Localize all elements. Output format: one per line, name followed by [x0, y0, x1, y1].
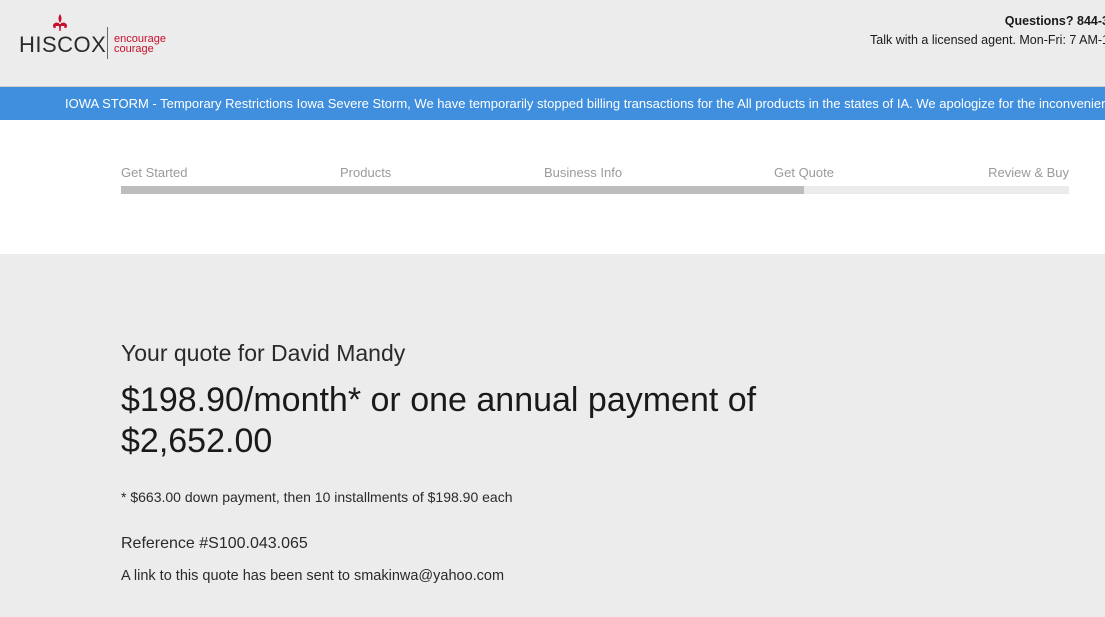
- contact-info: Questions? 844-3 Talk with a licensed ag…: [870, 14, 1105, 47]
- brand-tagline: encourage courage: [114, 34, 166, 55]
- progress-track: [121, 186, 1069, 194]
- progress-fill: [121, 186, 804, 194]
- hiscox-logo[interactable]: HISCOX encourage courage: [19, 14, 179, 64]
- step-get-quote: Get Quote: [774, 165, 834, 180]
- fleur-de-lis-icon: [53, 14, 67, 31]
- quote-summary: Your quote for David Mandy $198.90/month…: [121, 340, 761, 584]
- step-products: Products: [340, 165, 392, 180]
- step-get-started: Get Started: [121, 165, 188, 180]
- step-business-info: Business Info: [544, 165, 623, 180]
- logo-divider: [107, 27, 108, 59]
- site-header: HISCOX encourage courage Questions? 844-…: [0, 0, 1105, 87]
- step-review-buy: Review & Buy: [988, 165, 1069, 180]
- contact-questions-label: Questions?: [1004, 14, 1074, 28]
- alert-banner-text: IOWA STORM - Temporary Restrictions Iowa…: [65, 96, 1105, 111]
- quote-link-sent-message: A link to this quote has been sent to sm…: [121, 568, 505, 584]
- quote-price-headline: $198.90/month* or one annual payment of …: [121, 381, 757, 460]
- contact-hours: Talk with a licensed agent. Mon-Fri: 7 A…: [870, 33, 1105, 47]
- tagline-line2: courage: [114, 43, 154, 55]
- brand-wordmark: HISCOX: [19, 32, 107, 57]
- alert-banner: IOWA STORM - Temporary Restrictions Iowa…: [0, 87, 1105, 122]
- installment-note: * $663.00 down payment, then 10 installm…: [121, 489, 513, 505]
- quote-recipient-heading: Your quote for David Mandy: [121, 340, 406, 366]
- quote-reference: Reference #S100.043.065: [121, 535, 308, 552]
- progress-steps: Get Started Products Business Info Get Q…: [0, 122, 1105, 254]
- contact-phone-link[interactable]: 844-3: [1077, 14, 1105, 28]
